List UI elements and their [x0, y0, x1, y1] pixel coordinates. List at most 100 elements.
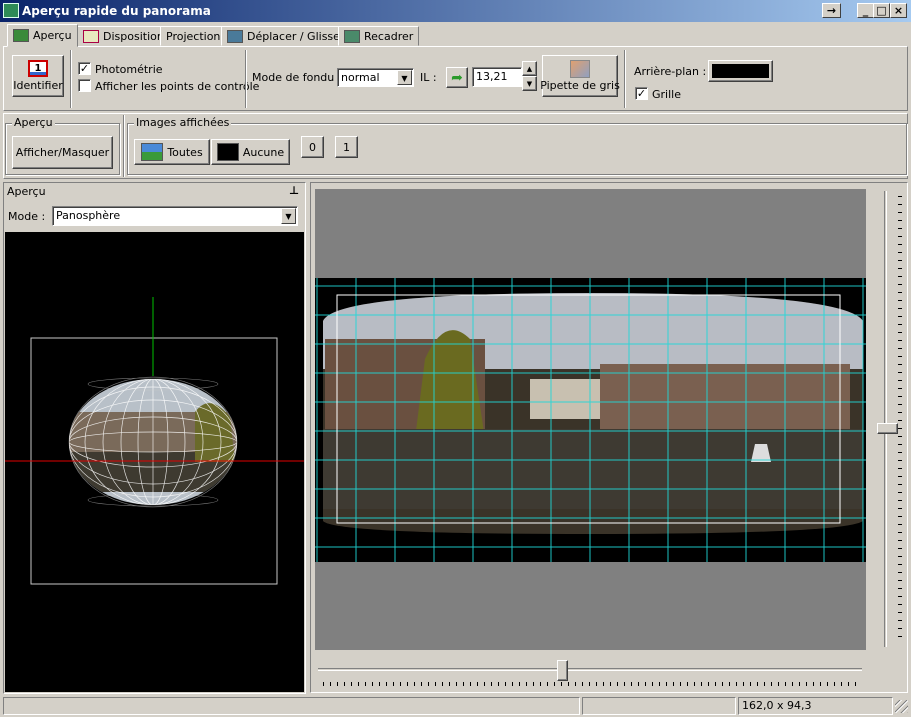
show-hide-button[interactable]: Afficher/Masquer: [12, 136, 113, 169]
horizontal-slider-track[interactable]: [318, 668, 862, 671]
background-color-button[interactable]: [708, 60, 773, 82]
background-label: Arrière-plan :: [634, 65, 707, 78]
minimize-button[interactable]: _: [857, 3, 874, 18]
app-icon: [3, 3, 19, 18]
slider-tick: [898, 412, 902, 413]
mode-label: Mode :: [8, 210, 46, 223]
slider-tick: [898, 276, 902, 277]
horizontal-slider-thumb[interactable]: [557, 660, 568, 681]
slider-tick: [519, 682, 520, 686]
separator: [70, 50, 72, 108]
close-button[interactable]: ×: [890, 3, 907, 18]
slider-tick: [898, 236, 902, 237]
slider-tick: [554, 682, 555, 686]
slider-tick: [764, 682, 765, 686]
slider-tick: [750, 682, 751, 686]
panosphere-view[interactable]: [5, 232, 304, 692]
slider-tick: [365, 682, 366, 686]
tab-deplacer-glisser[interactable]: Déplacer / Glisser: [221, 26, 351, 46]
tab-label: Déplacer / Glisser: [247, 29, 345, 43]
mode-select[interactable]: Panosphère ▼: [52, 206, 298, 226]
panorama-view[interactable]: [315, 189, 866, 650]
slider-tick: [898, 532, 902, 533]
show-control-points-checkbox[interactable]: [78, 79, 91, 92]
slider-tick: [582, 682, 583, 686]
slider-tick: [898, 396, 902, 397]
slider-tick: [512, 682, 513, 686]
identify-label: Identifier: [13, 79, 63, 92]
identify-button[interactable]: 1 Identifier: [12, 55, 64, 97]
show-all-label: Toutes: [167, 145, 203, 159]
slider-tick: [372, 682, 373, 686]
slider-tick: [898, 460, 902, 461]
slider-tick: [575, 682, 576, 686]
slider-tick: [484, 682, 485, 686]
tab-label: Disposition: [103, 29, 164, 43]
slider-tick: [785, 682, 786, 686]
slider-tick: [898, 388, 902, 389]
resize-grip-icon[interactable]: [895, 700, 908, 713]
dock-arrow-button[interactable]: →: [822, 3, 841, 18]
layout-icon: [83, 29, 99, 43]
overview-canvas[interactable]: [5, 232, 304, 692]
slider-tick: [337, 682, 338, 686]
photometry-checkbox[interactable]: ✓: [78, 62, 91, 75]
grid-checkbox[interactable]: ✓: [635, 87, 648, 100]
slider-tick: [687, 682, 688, 686]
slider-tick: [898, 516, 902, 517]
all-images-icon: [141, 143, 164, 161]
slider-tick: [617, 682, 618, 686]
maximize-button[interactable]: □: [873, 3, 890, 18]
slider-tick: [898, 204, 902, 205]
pin-icon[interactable]: ⊥: [289, 184, 299, 197]
background-color-swatch: [712, 64, 769, 78]
slider-tick: [645, 682, 646, 686]
ev-spin-up[interactable]: ▲: [522, 61, 537, 76]
panosphere-sphere: [69, 379, 237, 505]
ev-spin-down[interactable]: ▼: [522, 76, 537, 91]
slider-tick: [898, 356, 902, 357]
slider-tick: [898, 548, 902, 549]
ev-input[interactable]: 13,21: [472, 67, 522, 87]
blend-mode-select[interactable]: normal ▼: [337, 68, 414, 87]
tab-projection[interactable]: Projection: [160, 26, 227, 46]
chevron-down-icon[interactable]: ▼: [397, 70, 412, 85]
vertical-slider-thumb[interactable]: [877, 423, 898, 434]
gray-picker-button[interactable]: Pipette de gris: [540, 55, 620, 97]
tab-disposition[interactable]: Disposition: [77, 26, 170, 46]
slider-tick: [624, 682, 625, 686]
ev-reset-button[interactable]: ➦: [446, 67, 468, 88]
slider-tick: [568, 682, 569, 686]
slider-tick: [344, 682, 345, 686]
slider-tick: [898, 468, 902, 469]
slider-tick: [898, 380, 902, 381]
tab-recadrer[interactable]: Recadrer: [338, 26, 420, 46]
slider-tick: [898, 348, 902, 349]
slider-tick: [898, 196, 902, 197]
slider-tick: [898, 324, 902, 325]
slider-tick: [323, 682, 324, 686]
slider-tick: [898, 508, 902, 509]
slider-tick: [596, 682, 597, 686]
slider-tick: [898, 556, 902, 557]
title-bar: Aperçu rapide du panorama → _ □ ×: [0, 0, 911, 22]
panorama-canvas[interactable]: [315, 189, 866, 650]
show-all-button[interactable]: Toutes: [134, 139, 210, 165]
blend-mode-value: normal: [341, 71, 380, 84]
slider-tick: [722, 682, 723, 686]
slider-tick: [898, 284, 902, 285]
slider-tick: [792, 682, 793, 686]
slider-tick: [898, 628, 902, 629]
status-dimensions: 162,0 x 94,3: [738, 697, 893, 715]
eyedropper-icon: [570, 60, 590, 78]
slider-tick: [400, 682, 401, 686]
slider-tick: [743, 682, 744, 686]
chevron-down-icon[interactable]: ▼: [281, 208, 296, 224]
show-none-button[interactable]: Aucune: [211, 139, 290, 165]
tab-apercu[interactable]: Aperçu: [7, 24, 78, 47]
image-toggle-button[interactable]: 0: [301, 136, 324, 158]
slider-tick: [898, 372, 902, 373]
vertical-slider-track[interactable]: [884, 191, 887, 647]
gl-preview-icon: [13, 29, 29, 42]
image-toggle-button[interactable]: 1: [335, 136, 358, 158]
